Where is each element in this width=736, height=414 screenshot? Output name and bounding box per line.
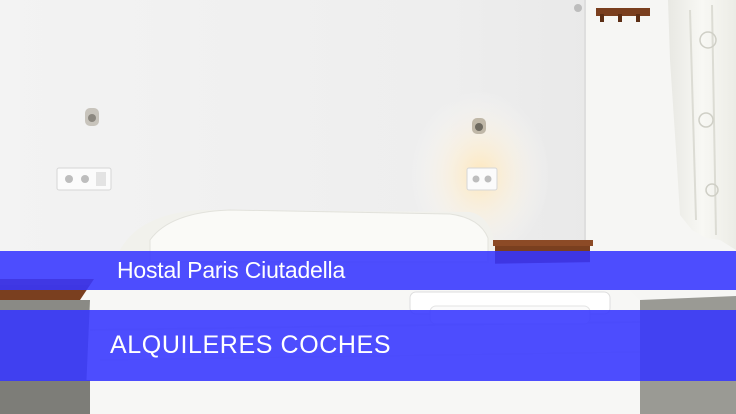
car-rental-banner: ALQUILERES COCHES [0,310,736,381]
car-rental-label: ALQUILERES COCHES [110,331,392,359]
switch-plate-left [56,167,112,191]
switch-plate-right [466,167,498,191]
wall-hook [574,4,582,12]
wall-lamp-right [472,118,486,134]
hotel-name-banner: Hostal Paris Ciutadella [0,251,736,290]
hotel-photo-card: Hostal Paris Ciutadella ALQUILERES COCHE… [0,0,736,414]
hotel-name: Hostal Paris Ciutadella [117,257,346,283]
wall-lamp-left [85,108,99,126]
